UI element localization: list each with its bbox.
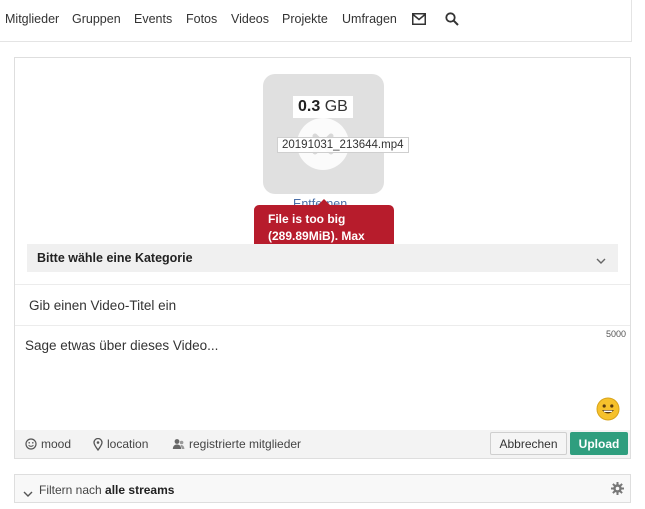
chevron-down-icon	[596, 252, 606, 270]
mood-option[interactable]: mood	[25, 437, 71, 451]
file-size-value: 0.3	[298, 98, 321, 115]
composer-footer: mood location registrierte mitglieder Ab…	[15, 430, 630, 458]
stream-filter-bar[interactable]: Filtern nach alle streams	[14, 474, 631, 503]
mail-icon[interactable]	[412, 12, 426, 30]
video-title-input[interactable]	[15, 284, 630, 326]
file-name: 20191031_213644.mp4	[277, 137, 409, 153]
location-pin-icon	[93, 437, 103, 451]
nav-item-events[interactable]: Events	[134, 12, 172, 26]
filter-prefix: Filtern nach	[39, 483, 102, 497]
filter-label: Filtern nach alle streams	[39, 483, 174, 497]
file-size: 0.3 GB	[293, 96, 353, 118]
category-select-label: Bitte wähle eine Kategorie	[37, 251, 193, 265]
mood-label: mood	[41, 437, 72, 451]
audience-option[interactable]: registrierte mitglieder	[172, 437, 301, 451]
emoji-smiley-icon[interactable]	[596, 397, 620, 426]
users-icon	[172, 439, 185, 449]
video-upload-panel: 0.3 GB 20191031_213644.mp4 Entfernen Fil…	[14, 57, 631, 459]
nav-item-videos[interactable]: Videos	[231, 12, 269, 26]
audience-label: registrierte mitglieder	[189, 437, 302, 451]
video-thumbnail: 0.3 GB 20191031_213644.mp4	[263, 74, 409, 194]
upload-button[interactable]: Upload	[570, 432, 628, 455]
nav-item-projekte[interactable]: Projekte	[282, 12, 328, 26]
cancel-button[interactable]: Abbrechen	[490, 432, 567, 455]
video-description-input[interactable]	[15, 338, 630, 428]
location-option[interactable]: location	[93, 437, 148, 451]
filter-value: alle streams	[105, 483, 175, 497]
top-navigation: Mitglieder Gruppen Events Fotos Videos P…	[0, 0, 632, 42]
category-select[interactable]: Bitte wähle eine Kategorie	[27, 244, 618, 272]
search-icon[interactable]	[445, 12, 459, 31]
file-size-unit: GB	[324, 98, 348, 115]
nav-item-mitglieder[interactable]: Mitglieder	[5, 12, 59, 26]
nav-item-gruppen[interactable]: Gruppen	[72, 12, 121, 26]
location-label: location	[107, 437, 149, 451]
nav-item-umfragen[interactable]: Umfragen	[342, 12, 397, 26]
smiley-icon	[25, 438, 37, 450]
chevron-down-icon	[23, 485, 33, 503]
gear-icon[interactable]	[611, 482, 624, 500]
nav-item-fotos[interactable]: Fotos	[186, 12, 217, 26]
